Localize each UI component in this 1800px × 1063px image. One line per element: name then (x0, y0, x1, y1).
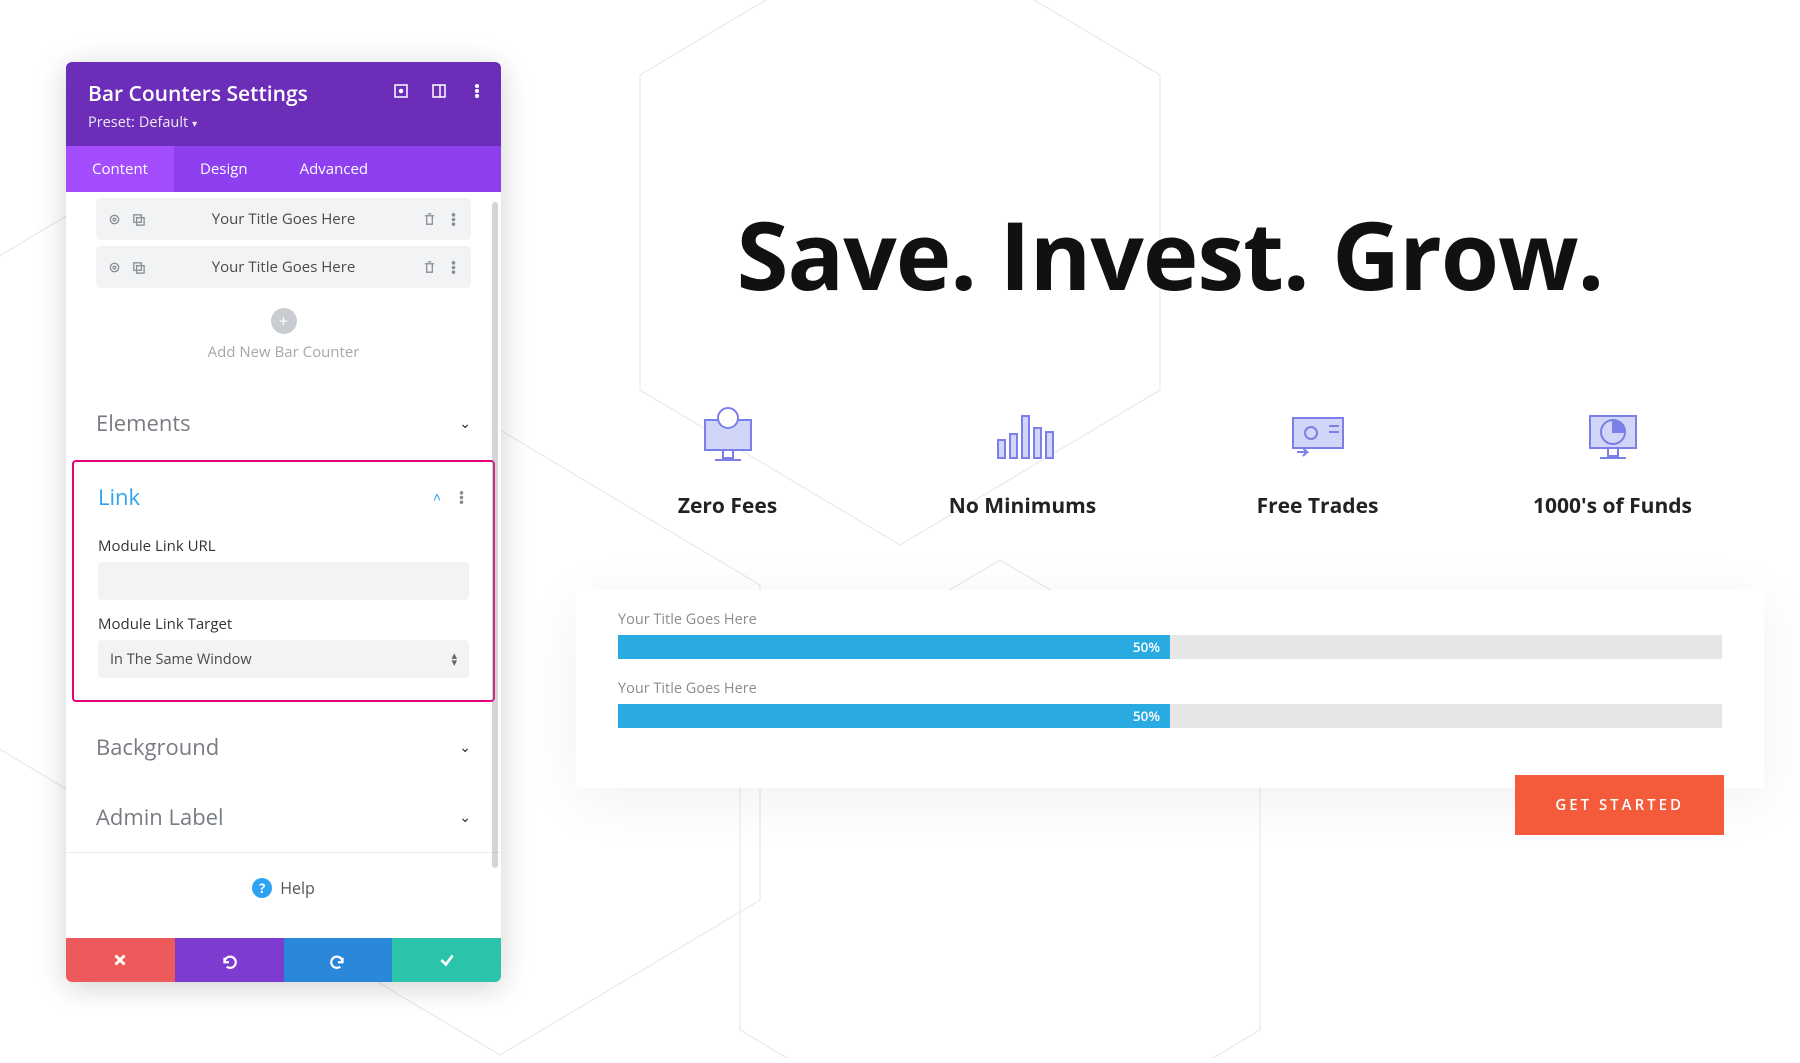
chevron-down-icon: ⌄ (459, 808, 471, 827)
undo-button[interactable] (175, 938, 284, 982)
more-icon[interactable] (469, 83, 485, 99)
bar-counter-fill: 50% (618, 635, 1170, 659)
gear-icon[interactable] (106, 211, 122, 227)
more-icon[interactable] (445, 211, 461, 227)
page-preview: Save. Invest. Grow. Zero Fees No Minimum… (540, 0, 1800, 1058)
section-admin-label[interactable]: Admin Label ⌄ (66, 782, 501, 852)
bar-counters-preview: Your Title Goes Here 50% Your Title Goes… (576, 590, 1764, 788)
bar-item-label: Your Title Goes Here (146, 209, 421, 229)
panel-footer (66, 938, 501, 982)
feature-no-minimums: No Minimums (913, 398, 1133, 520)
panel-body: Your Title Goes Here Your Title Goes Her… (66, 192, 501, 938)
more-icon[interactable] (453, 489, 469, 505)
tabs: Content Design Advanced (66, 146, 501, 192)
feature-zero-fees: Zero Fees (618, 398, 838, 520)
more-icon[interactable] (445, 259, 461, 275)
pie-monitor-icon (1503, 398, 1723, 474)
bar-counter-fill: 50% (618, 704, 1170, 728)
link-target-label: Module Link Target (98, 614, 469, 634)
feature-funds: 1000's of Funds (1503, 398, 1723, 520)
get-started-button[interactable]: GET STARTED (1515, 775, 1724, 835)
features: Zero Fees No Minimums Free Trades 1000's… (540, 398, 1800, 550)
section-link-header[interactable]: Link ˄ (98, 462, 469, 522)
help-row[interactable]: ? Help (66, 852, 501, 925)
trash-icon[interactable] (421, 211, 437, 227)
feature-free-trades: Free Trades (1208, 398, 1428, 520)
duplicate-icon[interactable] (130, 259, 146, 275)
bar-counter-track: 50% (618, 635, 1722, 659)
add-label: Add New Bar Counter (66, 342, 501, 362)
gear-icon[interactable] (106, 259, 122, 275)
bar-counter-title: Your Title Goes Here (618, 679, 1722, 698)
panel-header: Bar Counters Settings Preset: Default ▾ (66, 62, 501, 146)
section-elements[interactable]: Elements ⌄ (66, 388, 501, 458)
section-background[interactable]: Background ⌄ (66, 712, 501, 782)
add-new-bar: + Add New Bar Counter (66, 308, 501, 362)
preset-selector[interactable]: Preset: Default ▾ (88, 113, 479, 132)
chevron-down-icon: ⌄ (459, 738, 471, 757)
bar-counter-track: 50% (618, 704, 1722, 728)
bar-item-row[interactable]: Your Title Goes Here (96, 198, 471, 240)
chevron-up-icon: ˄ (433, 488, 441, 507)
settings-panel: Bar Counters Settings Preset: Default ▾ … (66, 62, 501, 982)
redo-button[interactable] (284, 938, 393, 982)
tab-design[interactable]: Design (174, 146, 274, 192)
bar-counter-title: Your Title Goes Here (618, 610, 1722, 629)
select-arrows-icon: ▴▾ (451, 652, 457, 666)
caret-down-icon: ▾ (192, 116, 197, 130)
link-target-select[interactable]: In The Same Window ▴▾ (98, 640, 469, 678)
add-button[interactable]: + (271, 308, 297, 334)
duplicate-icon[interactable] (130, 211, 146, 227)
monitor-user-icon (618, 398, 838, 474)
bar-item-label: Your Title Goes Here (146, 257, 421, 277)
section-link: Link ˄ Module Link URL Module Link Targe… (72, 460, 495, 702)
scrollbar[interactable] (492, 202, 498, 868)
chevron-down-icon: ⌄ (459, 414, 471, 433)
expand-icon[interactable] (393, 83, 409, 99)
link-url-input[interactable] (98, 562, 469, 600)
snap-icon[interactable] (431, 83, 447, 99)
tab-content[interactable]: Content (66, 146, 174, 192)
help-icon: ? (252, 878, 272, 898)
link-url-label: Module Link URL (98, 536, 469, 556)
bar-chart-icon (913, 398, 1133, 474)
trash-icon[interactable] (421, 259, 437, 275)
money-card-icon (1208, 398, 1428, 474)
cancel-button[interactable] (66, 938, 175, 982)
save-button[interactable] (392, 938, 501, 982)
headline: Save. Invest. Grow. (540, 190, 1800, 318)
bar-item-row[interactable]: Your Title Goes Here (96, 246, 471, 288)
tab-advanced[interactable]: Advanced (274, 146, 394, 192)
